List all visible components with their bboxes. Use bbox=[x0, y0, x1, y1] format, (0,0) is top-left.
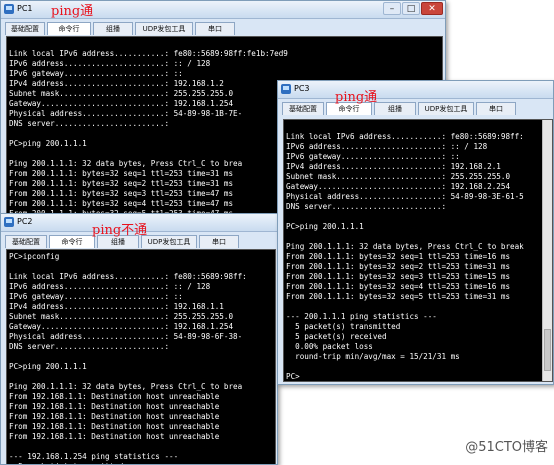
pc2-terminal-text: PC>ipconfig Link local IPv6 address.....… bbox=[9, 252, 247, 464]
maximize-button[interactable]: □ bbox=[402, 2, 420, 15]
watermark: @51CTO博客 bbox=[465, 440, 548, 455]
pc2-annotation: ping不通 bbox=[92, 223, 148, 238]
tab-udp-tool[interactable]: UDP发包工具 bbox=[418, 102, 474, 115]
tab-serial[interactable]: 串口 bbox=[199, 235, 239, 248]
tab-udp-tool[interactable]: UDP发包工具 bbox=[141, 235, 197, 248]
tab-serial[interactable]: 串口 bbox=[195, 22, 235, 35]
pc2-window: PC2 基础配置 命令行 组播 UDP发包工具 串口 PC>ipconfig L… bbox=[0, 213, 278, 465]
pc3-scrollbar[interactable] bbox=[542, 120, 552, 381]
pc-icon bbox=[4, 4, 14, 14]
tab-multicast[interactable]: 组播 bbox=[374, 102, 416, 115]
pc-icon bbox=[281, 84, 291, 94]
tab-basic-config[interactable]: 基础配置 bbox=[5, 22, 45, 35]
pc3-annotation: ping通 bbox=[335, 90, 378, 105]
pc2-terminal[interactable]: PC>ipconfig Link local IPv6 address.....… bbox=[6, 249, 276, 464]
pc3-window: PC3 基础配置 命令行 组播 UDP发包工具 串口 Link local IP… bbox=[277, 80, 554, 385]
pc2-title: PC2 bbox=[17, 217, 33, 226]
pc3-title: PC3 bbox=[294, 84, 310, 93]
pc1-tab-bar: 基础配置 命令行 组播 UDP发包工具 串口 bbox=[5, 22, 237, 36]
scrollbar-thumb[interactable] bbox=[544, 329, 551, 371]
minimize-button[interactable]: – bbox=[383, 2, 401, 15]
pc1-annotation: ping通 bbox=[51, 4, 94, 19]
close-button[interactable]: ✕ bbox=[421, 2, 443, 15]
pc3-terminal-text: Link local IPv6 address...........: fe80… bbox=[286, 132, 524, 381]
tab-basic-config[interactable]: 基础配置 bbox=[282, 102, 324, 115]
tab-multicast[interactable]: 组播 bbox=[93, 22, 133, 35]
tab-basic-config[interactable]: 基础配置 bbox=[5, 235, 47, 248]
tab-command-line[interactable]: 命令行 bbox=[49, 235, 95, 248]
tab-command-line[interactable]: 命令行 bbox=[47, 22, 91, 35]
pc3-titlebar[interactable]: PC3 bbox=[278, 81, 553, 99]
tab-serial[interactable]: 串口 bbox=[476, 102, 516, 115]
pc-icon bbox=[4, 217, 14, 227]
tab-udp-tool[interactable]: UDP发包工具 bbox=[135, 22, 193, 35]
pc1-title: PC1 bbox=[17, 4, 33, 13]
pc3-tab-bar: 基础配置 命令行 组播 UDP发包工具 串口 bbox=[282, 102, 518, 116]
pc3-terminal[interactable]: Link local IPv6 address...........: fe80… bbox=[283, 119, 553, 382]
